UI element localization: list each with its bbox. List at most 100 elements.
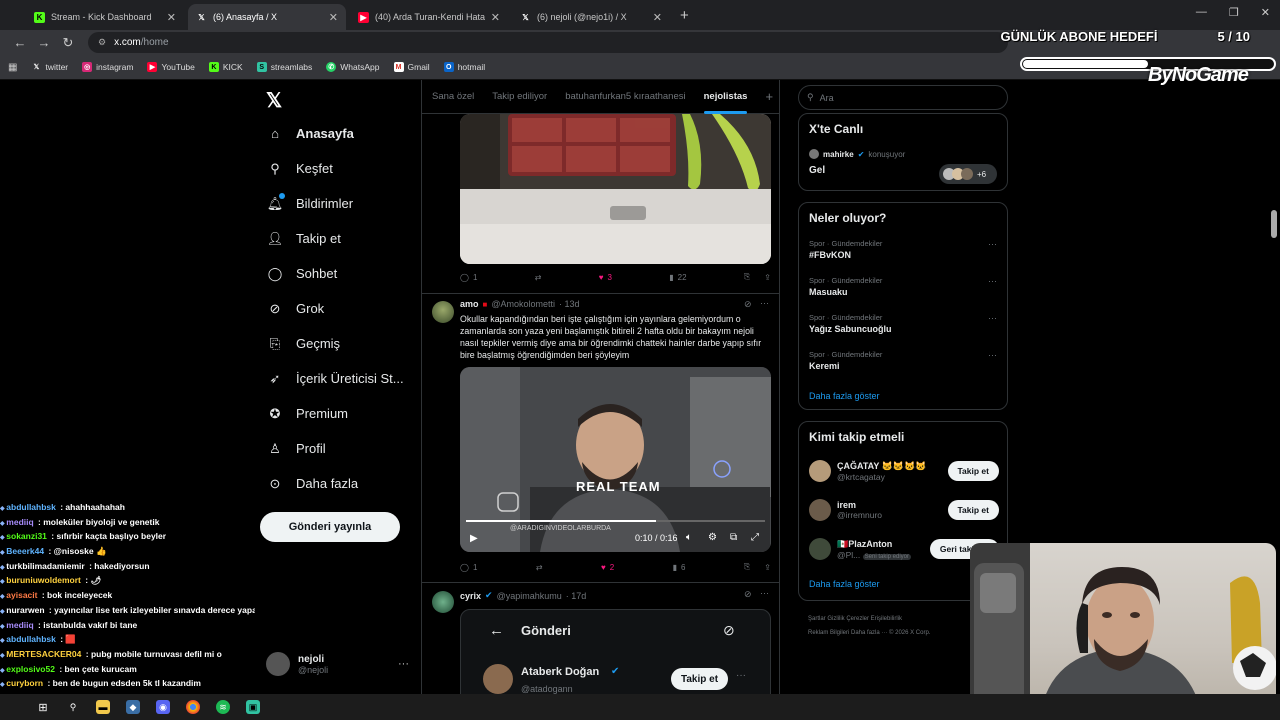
post-image[interactable]	[460, 114, 771, 264]
trends-show-more-link[interactable]: Daha fazla göster	[809, 391, 880, 401]
more-icon[interactable]: ···	[398, 658, 409, 670]
close-icon[interactable]: ✕	[653, 11, 662, 24]
trend-item[interactable]: Spor · Gündemdekiler #FBvKON ···	[809, 239, 999, 260]
chat-username[interactable]: curyborn	[6, 678, 43, 688]
more-icon[interactable]: ···	[988, 350, 997, 360]
follow-suggestion[interactable]: irem @irremnuro Takip et	[809, 497, 999, 523]
fullscreen-icon[interactable]: ⤢	[751, 532, 759, 543]
site-info-icon[interactable]: ⚙	[98, 37, 106, 48]
views-button[interactable]: ▮ 6	[673, 562, 686, 572]
apps-grid-icon[interactable]: ▦	[8, 62, 17, 73]
nav-premium[interactable]: ✪ Premium	[268, 406, 348, 422]
bookmark-whatsapp[interactable]: ✆ WhatsApp	[326, 62, 380, 72]
restore-icon[interactable]: ❐	[1229, 6, 1239, 19]
grok-icon[interactable]: ⊘	[744, 299, 752, 310]
new-tab-icon[interactable]: +	[680, 7, 689, 24]
settings-icon[interactable]: ⚙	[708, 532, 717, 543]
trend-item[interactable]: Spor · Gündemdekiler Keremi ···	[809, 350, 999, 371]
share-icon[interactable]: ⇪	[764, 273, 771, 282]
reload-icon[interactable]: ↻	[56, 35, 80, 51]
nav-chat[interactable]: ◯ Sohbet	[268, 266, 337, 282]
search-icon[interactable]: ⚲	[66, 700, 80, 714]
close-icon[interactable]: ✕	[329, 11, 338, 24]
x-logo-icon[interactable]: 𝕏	[266, 88, 282, 113]
chat-username[interactable]: turkbilimadamiemir	[6, 561, 84, 571]
views-button[interactable]: ▮ 22	[669, 272, 686, 282]
chat-username[interactable]: abdullahbsk	[6, 502, 56, 512]
grok-icon[interactable]: ⊘	[744, 589, 752, 600]
minimize-icon[interactable]: —	[1196, 6, 1207, 19]
account-switcher[interactable]: nejoli @nejoli ···	[266, 652, 409, 676]
chrome-icon[interactable]	[186, 700, 200, 714]
chat-username[interactable]: nurarwen	[6, 605, 44, 615]
avatar[interactable]	[432, 301, 454, 323]
live-space-name[interactable]: Gel	[809, 165, 825, 176]
app-icon[interactable]: ◆	[126, 700, 140, 714]
chat-username[interactable]: ayisacit	[6, 590, 37, 600]
bookmark-twitter[interactable]: 𝕏twitter	[31, 62, 69, 72]
forward-icon[interactable]: →	[32, 35, 56, 50]
bookmark-button[interactable]: ⎘ ⇪	[744, 272, 771, 282]
scrollbar-thumb[interactable]	[1271, 210, 1277, 238]
like-button[interactable]: ♥ 3	[599, 272, 612, 282]
tab-list-kiraathanesi[interactable]: batuhanfurkan5 kıraathanesi	[565, 91, 685, 102]
bookmark-kick[interactable]: K KICK	[208, 62, 243, 72]
add-tab-icon[interactable]: +	[765, 89, 773, 104]
file-explorer-icon[interactable]: ▬	[96, 700, 110, 714]
bookmark-button[interactable]: ⎘ ⇪	[744, 562, 771, 572]
reply-button[interactable]: ◯ 1	[460, 272, 477, 282]
repost-button[interactable]: ⇄	[535, 272, 542, 282]
bookmark-gmail[interactable]: M Gmail	[393, 62, 430, 72]
chat-username[interactable]: sokanzi31	[6, 531, 47, 541]
wtf-show-more-link[interactable]: Daha fazla göster	[809, 579, 880, 589]
nav-grok[interactable]: ⊘ Grok	[268, 301, 325, 317]
avatar[interactable]	[432, 591, 454, 613]
reply-button[interactable]: ◯ 1	[460, 562, 477, 572]
browser-tab-youtube[interactable]: ▶ (40) Arda Turan-Kendi Hata ✕	[350, 4, 508, 30]
repost-button[interactable]: ⇄	[536, 562, 543, 572]
more-icon[interactable]: ···	[760, 588, 769, 598]
chat-username[interactable]: mediiq	[6, 620, 33, 630]
browser-tab-kick[interactable]: K Stream - Kick Dashboard ✕	[26, 4, 184, 30]
author-name[interactable]: cyrix	[460, 591, 481, 601]
post-time[interactable]: · 13d	[559, 299, 580, 309]
bookmark-hotmail[interactable]: Ohotmail	[443, 62, 485, 72]
author-name[interactable]: amo	[460, 299, 479, 309]
chat-username[interactable]: abdullahbsk	[6, 634, 56, 644]
trend-item[interactable]: Spor · Gündemdekiler Masuaku ···	[809, 276, 999, 297]
more-icon[interactable]: ···	[760, 298, 769, 308]
close-icon[interactable]: ✕	[491, 11, 500, 24]
post-time[interactable]: · 17d	[566, 591, 587, 601]
chat-username[interactable]: MERTESACKER04	[6, 649, 81, 659]
bookmark-streamlabs[interactable]: Sstreamlabs	[256, 62, 312, 72]
pip-icon[interactable]: ⧉	[730, 532, 737, 543]
search-input[interactable]: ⚲ Ara	[798, 85, 1008, 110]
follow-button[interactable]: Takip et	[947, 461, 999, 481]
chat-username[interactable]: mediiq	[6, 517, 33, 527]
post-button[interactable]: Gönderi yayınla	[260, 512, 400, 542]
volume-icon[interactable]: 🔈︎	[686, 532, 692, 543]
browser-tab-x-home[interactable]: 𝕏 (6) Anasayfa / X ✕	[188, 4, 346, 30]
nav-notifications[interactable]: 🔔︎ Bildirimler	[267, 192, 353, 211]
tab-for-you[interactable]: Sana özel	[432, 91, 474, 102]
share-icon[interactable]: ⇪	[764, 563, 771, 572]
url-bar[interactable]: ⚙ x.com/home	[88, 32, 1008, 53]
spotify-icon[interactable]: ≋	[216, 700, 230, 714]
chat-username[interactable]: Beeerk44	[6, 546, 44, 556]
author-handle[interactable]: @Amokolometti	[491, 299, 555, 309]
post-video[interactable]: REAL TEAM @ARADIGINVIDEOLARBURDA ▶ 0:10 …	[460, 367, 771, 552]
follow-button[interactable]: Takip et	[947, 500, 999, 520]
close-icon[interactable]: ✕	[167, 11, 176, 24]
nav-explore[interactable]: ⚲ Keşfet	[268, 161, 333, 177]
listener-avatars[interactable]: +6	[939, 164, 997, 184]
live-host[interactable]: mahirke ✔ konuşuyor	[809, 149, 905, 159]
trend-item[interactable]: Spor · Gündemdekiler Yağız Sabuncuoğlu ···	[809, 313, 999, 334]
streamlabs-icon[interactable]: ▣	[246, 700, 260, 714]
play-icon[interactable]: ▶	[470, 533, 478, 544]
follow-suggestion[interactable]: ÇAĞATAY 🐱🐱🐱🐱 @krtcagatay Takip et	[809, 458, 999, 484]
chat-username[interactable]: explosivo52	[6, 664, 55, 674]
nav-follow[interactable]: 👤︎ Takip et	[267, 231, 341, 247]
nav-bookmarks[interactable]: ⎘ Geçmiş	[268, 336, 340, 352]
more-icon[interactable]: ···	[988, 276, 997, 286]
close-window-icon[interactable]: ✕	[1261, 6, 1270, 19]
